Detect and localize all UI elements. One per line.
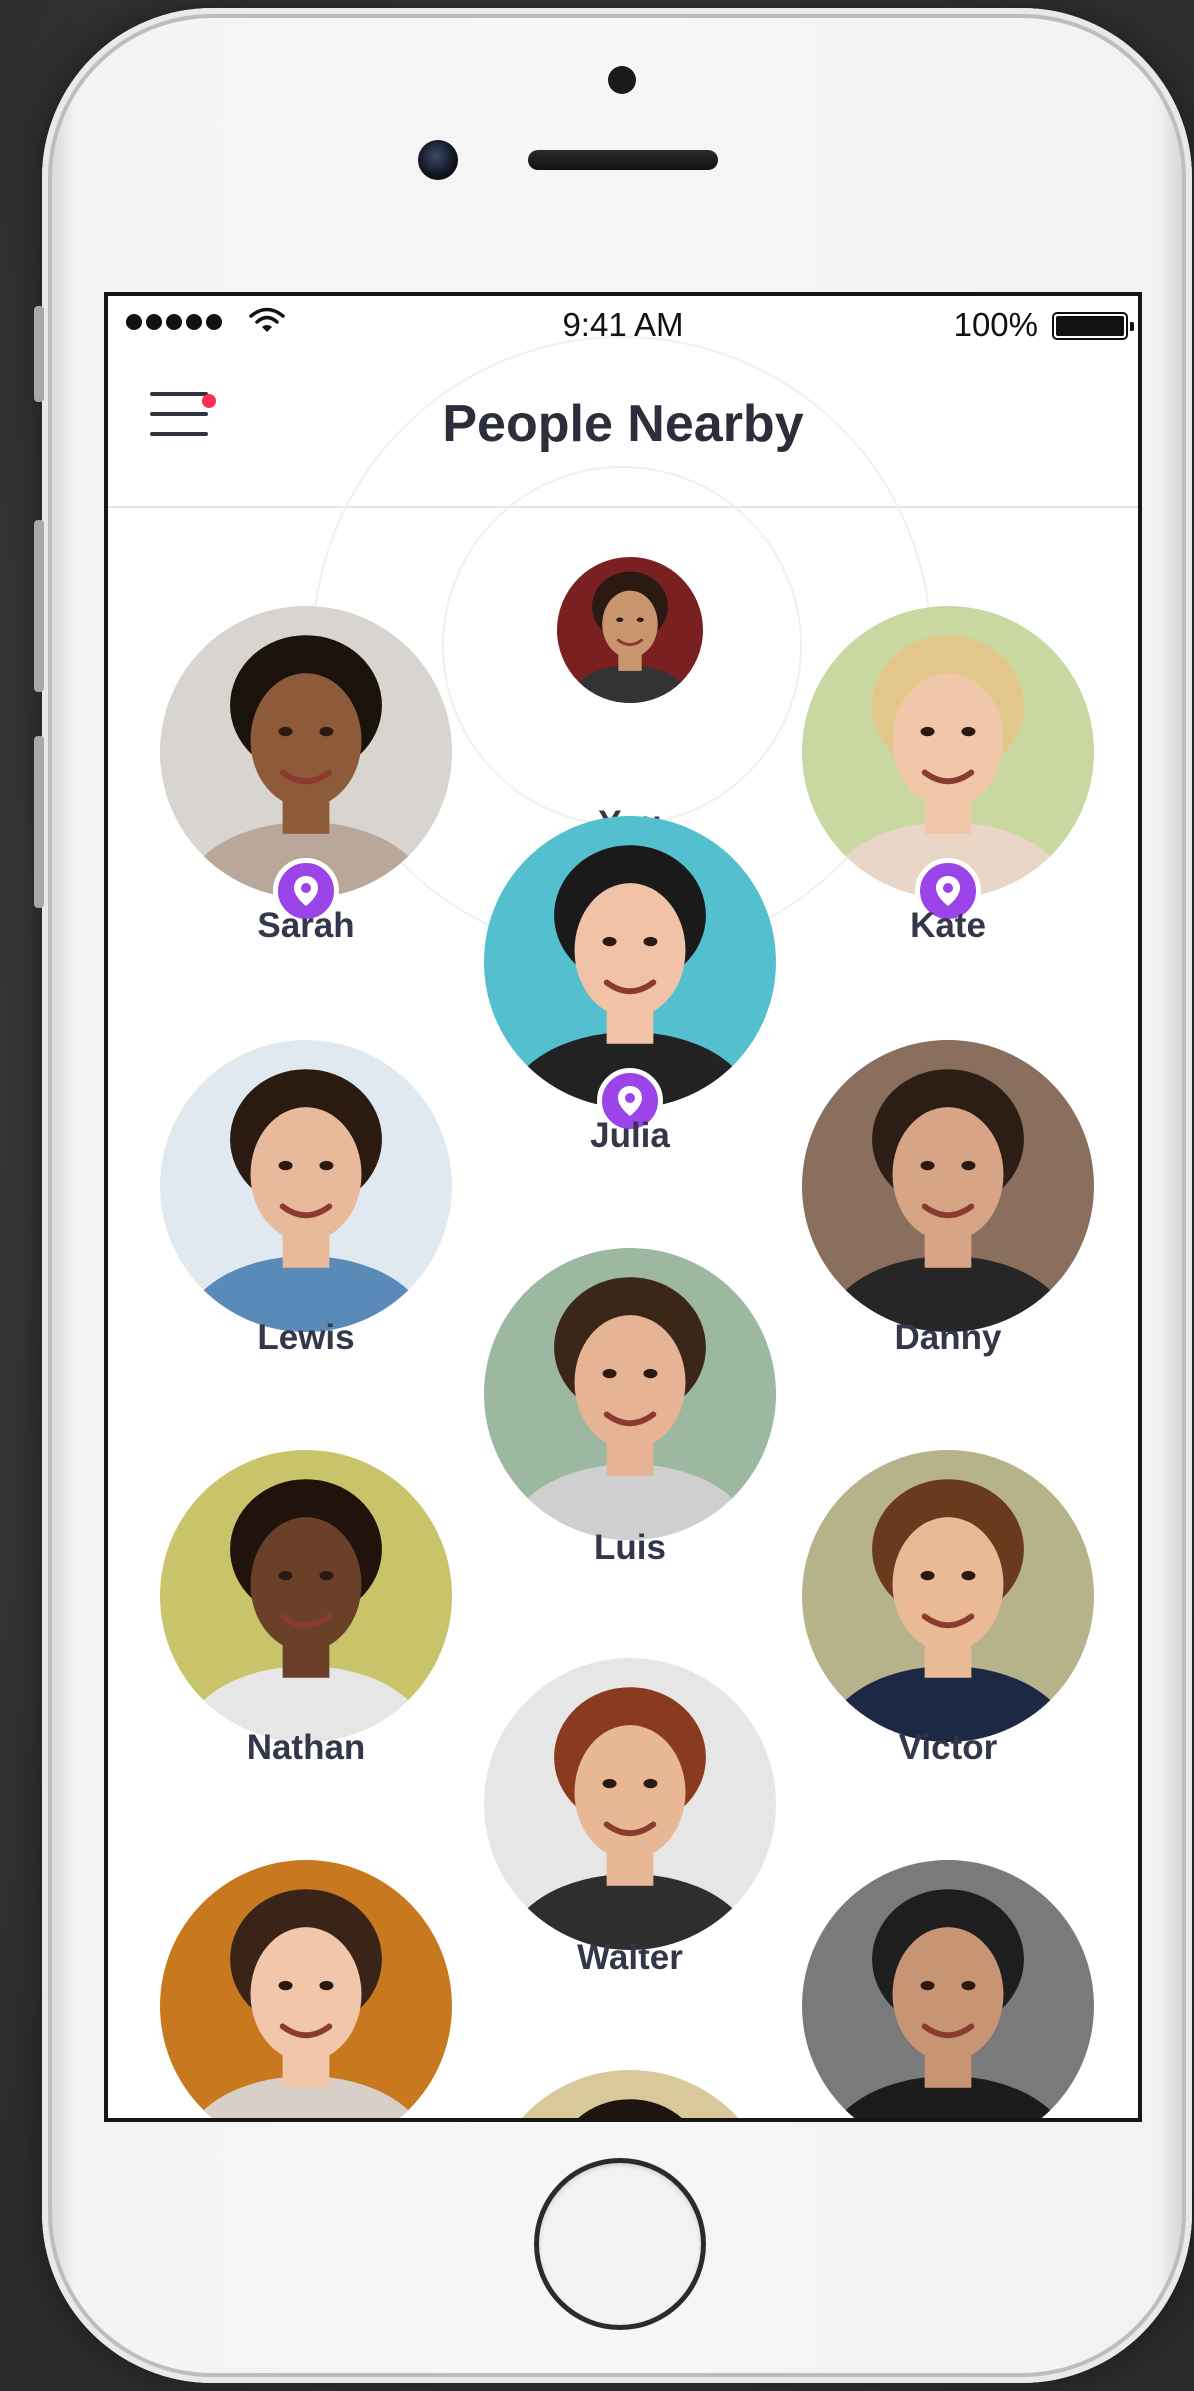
person-name-danny: Danny [894, 1318, 1002, 1357]
portrait-julia [484, 816, 776, 1108]
person-name-julia: Julia [590, 1116, 670, 1155]
front-camera [418, 140, 458, 180]
battery-percentage: 100% [953, 306, 1038, 343]
person-name-sarah: Sarah [257, 906, 355, 945]
avatar-danny[interactable] [802, 1040, 1094, 1332]
portrait-victor [802, 1450, 1094, 1742]
portrait-kate [802, 606, 1094, 898]
portrait-you [557, 557, 703, 703]
battery-icon [1052, 312, 1134, 340]
person-name-walter: Walter [577, 1938, 683, 1977]
avatar-julia[interactable] [484, 816, 776, 1108]
person-name-lewis: Lewis [257, 1318, 355, 1357]
volume-up-button [34, 520, 44, 692]
portrait-walter [484, 1658, 776, 1950]
ringer-switch [34, 306, 44, 402]
app-screen: 9:41 AM 100% People Nearby YouSarahKateJ… [104, 292, 1142, 2122]
portrait-nathan [160, 1450, 452, 1742]
portrait-danny [802, 1040, 1094, 1332]
earpiece-speaker [528, 150, 718, 170]
person-name-nathan: Nathan [246, 1728, 366, 1767]
volume-down-button [34, 736, 44, 908]
proximity-sensor [608, 66, 636, 94]
portrait-luis [484, 1248, 776, 1540]
home-button[interactable] [534, 2158, 706, 2330]
avatar-victor[interactable] [802, 1450, 1094, 1742]
person-name-kate: Kate [910, 906, 986, 945]
portrait-sarah [160, 606, 452, 898]
portrait-lewis [160, 1040, 452, 1332]
avatar-walter[interactable] [484, 1658, 776, 1950]
avatar-you[interactable] [557, 557, 703, 703]
person-name-victor: Victor [898, 1728, 998, 1767]
avatar-kate[interactable] [802, 606, 1094, 898]
avatar-lewis[interactable] [160, 1040, 452, 1332]
avatar-sarah[interactable] [160, 606, 452, 898]
avatar-luis[interactable] [484, 1248, 776, 1540]
person-name-luis: Luis [594, 1528, 666, 1567]
avatar-nathan[interactable] [160, 1450, 452, 1742]
